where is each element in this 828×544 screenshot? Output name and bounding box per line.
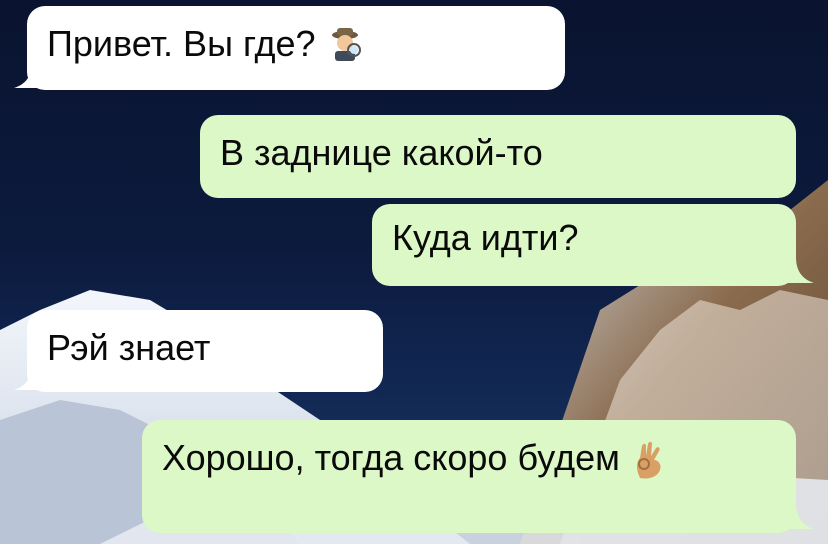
bubble-tail-incoming: [14, 364, 44, 390]
outgoing-message-bubble[interactable]: В заднице какой-то: [200, 115, 796, 198]
bubble-tail-outgoing: [784, 503, 814, 529]
message-text: Хорошо, тогда скоро будем: [162, 437, 620, 478]
incoming-message-bubble[interactable]: Рэй знает: [27, 310, 383, 392]
incoming-message-bubble[interactable]: Привет. Вы где?: [27, 6, 565, 90]
message-text: Рэй знает: [47, 327, 211, 368]
detective-emoji-icon: [328, 26, 364, 68]
bubble-tail-incoming: [14, 62, 44, 88]
ok-hand-emoji-icon: [632, 440, 668, 486]
outgoing-message-bubble[interactable]: Куда идти?: [372, 204, 796, 286]
bubble-tail-outgoing: [784, 257, 814, 283]
message-text: В заднице какой-то: [220, 132, 543, 173]
outgoing-message-bubble[interactable]: Хорошо, тогда скоро будем: [142, 420, 796, 533]
message-text: Привет. Вы где?: [47, 23, 316, 64]
message-text: Куда идти?: [392, 217, 579, 258]
